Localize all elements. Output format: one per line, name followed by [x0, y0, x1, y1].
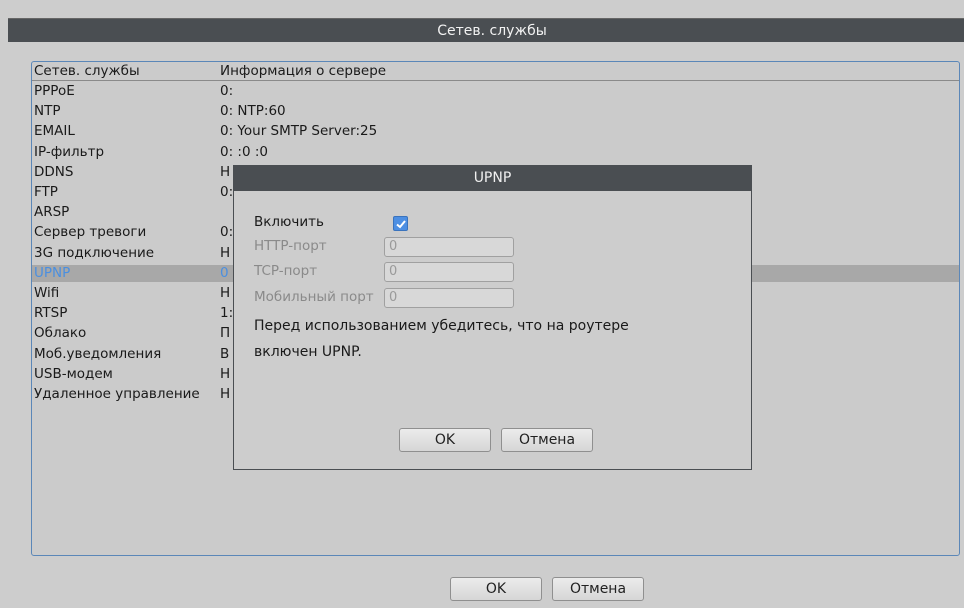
service-info: 0: — [220, 224, 234, 241]
table-header: Сетев. службы Информация о сервере — [32, 62, 959, 81]
service-info: Н — [220, 285, 231, 301]
dialog-ok-button[interactable]: OK — [399, 428, 491, 452]
service-info: П — [220, 325, 231, 342]
service-info: 0 — [220, 264, 229, 281]
service-name: Облако — [34, 325, 87, 342]
upnp-note-line1: Перед использованием убедитесь, что на р… — [254, 318, 629, 334]
table-row[interactable]: NTP 0: NTP:60 — [32, 103, 959, 120]
service-name: UPNP — [34, 264, 71, 281]
service-name: PPPoE — [34, 83, 75, 99]
service-info: 0: :0 :0 — [220, 143, 268, 160]
service-name: 3G подключение — [34, 244, 155, 261]
service-info: 0: Your SMTP Server:25 — [220, 123, 378, 140]
mobile-port-input[interactable]: 0 — [384, 288, 514, 308]
service-name: Wifi — [34, 285, 60, 301]
table-row[interactable]: IP-фильтр 0: :0 :0 — [32, 144, 959, 161]
upnp-dialog: UPNP Включить HTTP-порт 0 TCP-порт 0 Моб… — [233, 165, 752, 470]
network-services-window: Сетев. службы Сетев. службы Информация о… — [0, 0, 964, 608]
service-info: 1: — [220, 305, 234, 322]
dialog-cancel-button[interactable]: Отмена — [501, 428, 593, 452]
service-name: Удаленное управление — [34, 386, 200, 402]
service-name: DDNS — [34, 163, 74, 180]
http-port-label: HTTP-порт — [254, 238, 327, 254]
dialog-title: UPNP — [234, 166, 751, 191]
table-row[interactable]: EMAIL 0: Your SMTP Server:25 — [32, 123, 959, 140]
service-name: ARSP — [34, 204, 70, 221]
service-info: В — [220, 345, 230, 362]
service-name: Моб.уведомления — [34, 345, 162, 362]
http-port-input[interactable]: 0 — [384, 237, 514, 257]
tcp-port-input[interactable]: 0 — [384, 262, 514, 282]
tcp-port-label: TCP-порт — [254, 263, 318, 279]
service-name: IP-фильтр — [34, 143, 105, 160]
service-info: Н — [220, 365, 231, 382]
service-name: Сервер тревоги — [34, 224, 147, 241]
upnp-note-line2: включен UPNP. — [254, 344, 362, 360]
service-info: 0: NTP:60 — [220, 103, 286, 120]
service-name: USB-модем — [34, 365, 113, 382]
table-row[interactable]: PPPoE 0: — [32, 83, 959, 100]
service-name: NTP — [34, 103, 61, 120]
checkmark-icon — [396, 220, 406, 229]
window-title: Сетев. службы — [8, 18, 964, 42]
footer-cancel-button[interactable]: Отмена — [552, 577, 644, 601]
footer-ok-button[interactable]: OK — [450, 577, 542, 601]
service-info: Н — [220, 386, 231, 402]
service-info: 0: — [220, 83, 234, 99]
enable-checkbox[interactable] — [393, 216, 408, 231]
column-header-service: Сетев. службы — [34, 63, 140, 79]
service-name: FTP — [34, 184, 58, 200]
service-name: EMAIL — [34, 123, 75, 140]
enable-label: Включить — [254, 214, 324, 230]
service-info: Н — [220, 244, 231, 261]
column-header-info: Информация о сервере — [220, 63, 387, 79]
mobile-port-label: Мобильный порт — [254, 289, 374, 305]
service-info: Н — [220, 163, 231, 180]
service-info: 0: — [220, 184, 234, 200]
service-name: RTSP — [34, 305, 68, 322]
